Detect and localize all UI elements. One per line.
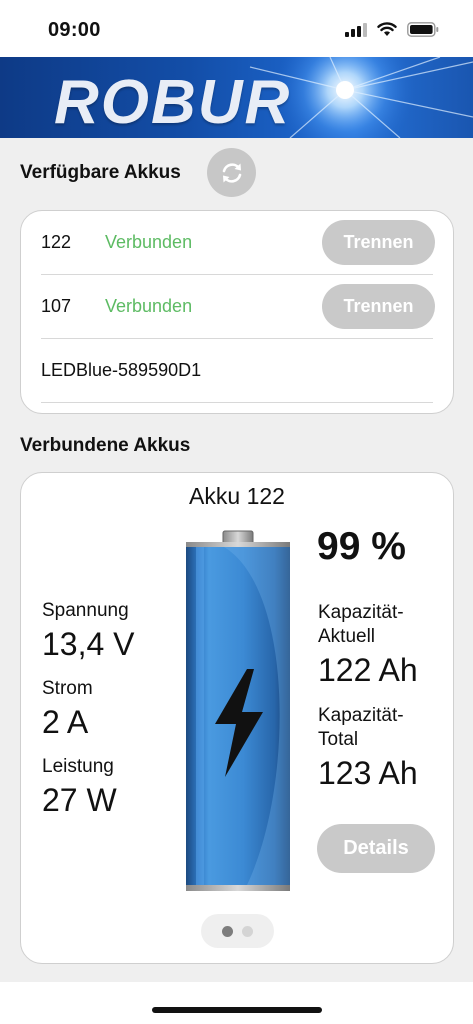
connected-section-title: Verbundene Akkus (20, 435, 191, 456)
device-name: LEDBlue-589590D1 (41, 360, 202, 380)
available-section-title: Verfügbare Akkus (20, 162, 181, 183)
signal-icon (345, 22, 367, 37)
list-item[interactable]: LEDBlue-589590D1 (41, 339, 433, 403)
leistung-value: 27 W (42, 782, 117, 818)
connection-status: Verbunden (105, 296, 193, 316)
status-icons (345, 22, 439, 37)
battery-icon (407, 22, 439, 37)
page-indicator[interactable] (201, 914, 274, 948)
leistung-label: Leistung (42, 756, 114, 777)
kapazitaet-aktuell-value: 122 Ah (318, 652, 418, 688)
list-item[interactable]: 107 Verbunden Trennen (41, 275, 435, 339)
home-indicator[interactable] (152, 1007, 322, 1013)
strom-value: 2 A (42, 704, 89, 740)
robur-banner: ROBUR (0, 57, 473, 138)
akku-title: Akku 122 (189, 483, 285, 509)
available-list: 122 Verbunden Trennen 107 Verbunden Tren… (20, 210, 454, 414)
details-button[interactable]: Details (317, 824, 435, 873)
refresh-icon (222, 162, 241, 183)
page-dot[interactable] (242, 925, 253, 937)
kapazitaet-total-label-line2: Total (318, 729, 359, 750)
status-time: 09:00 (48, 19, 101, 41)
kapazitaet-aktuell-label-line2: Aktuell (318, 626, 376, 647)
robur-logo: ROBUR (54, 68, 292, 137)
kapazitaet-total-label-line1: Kapazität- (318, 705, 404, 726)
battery-detail-card[interactable]: Akku 122 99 % Spannung 13,4 V Strom 2 A … (20, 472, 454, 964)
page-dot-active[interactable] (222, 925, 233, 937)
charge-percent: 99 % (317, 525, 406, 568)
battery-id: 122 (41, 232, 72, 252)
kapazitaet-aktuell-label-line1: Kapazität- (318, 602, 404, 623)
strom-label: Strom (42, 678, 93, 699)
connection-status: Verbunden (105, 232, 193, 252)
status-bar: 09:00 (0, 0, 473, 57)
disconnect-button[interactable]: Trennen (322, 220, 435, 265)
disconnect-button[interactable]: Trennen (322, 284, 435, 329)
spannung-label: Spannung (42, 600, 129, 621)
wifi-icon (377, 22, 397, 36)
spannung-value: 13,4 V (42, 626, 135, 662)
kapazitaet-total-value: 123 Ah (318, 755, 418, 791)
home-area (0, 982, 473, 1024)
battery-graphic (186, 530, 290, 891)
battery-id: 107 (41, 296, 72, 316)
refresh-button[interactable] (207, 148, 256, 197)
list-item[interactable]: 122 Verbunden Trennen (41, 211, 435, 275)
